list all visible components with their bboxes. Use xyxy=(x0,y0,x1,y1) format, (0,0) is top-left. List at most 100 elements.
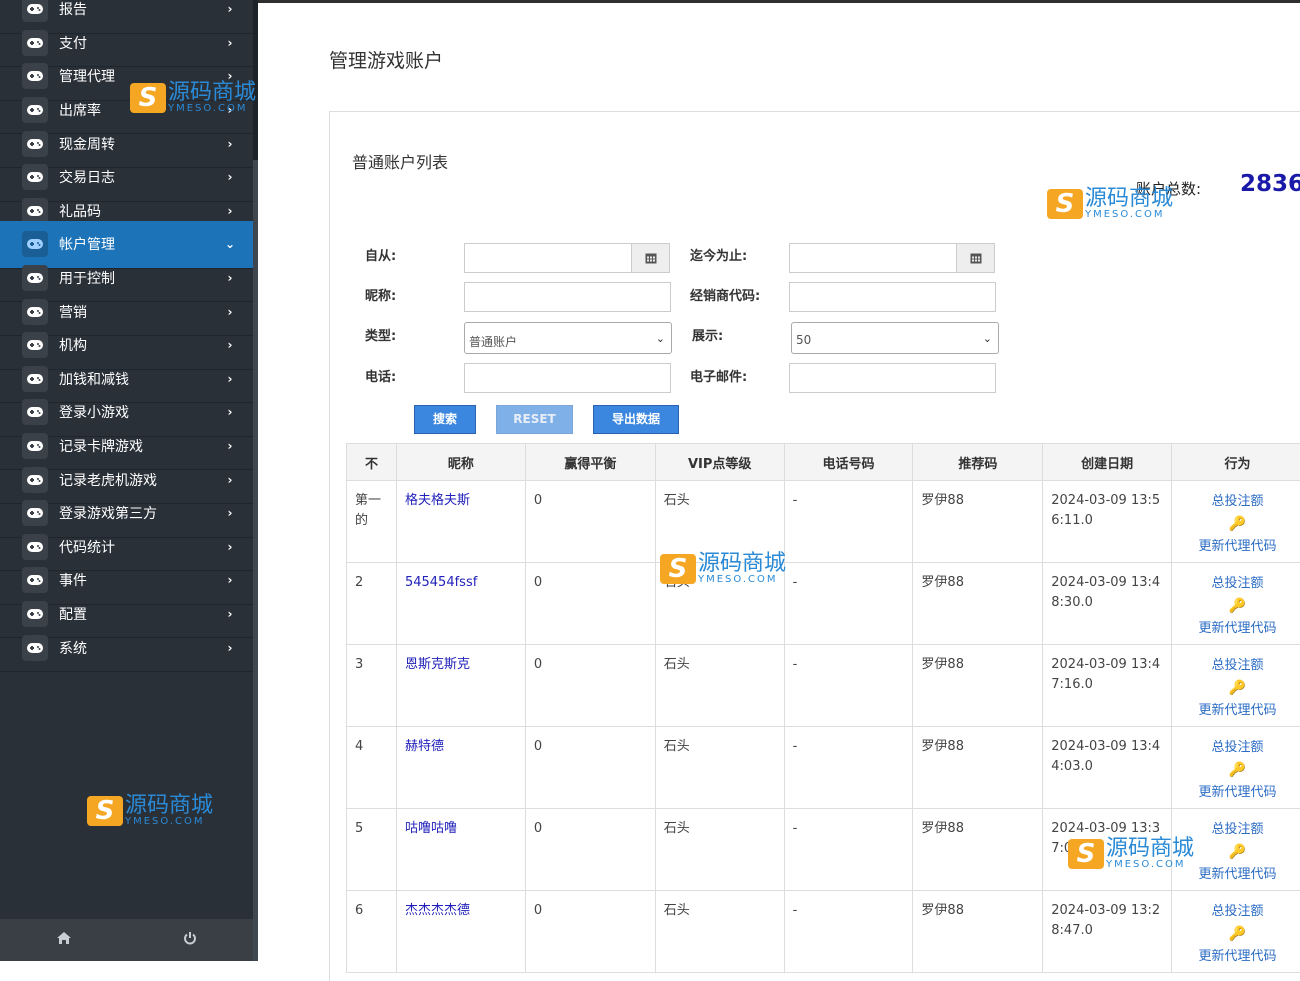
row-number: 2 xyxy=(347,563,397,645)
calendar-icon[interactable] xyxy=(631,243,670,273)
nickname-link[interactable]: 格夫格夫斯 xyxy=(405,493,470,508)
sidebar-item-label: 礼品码 xyxy=(59,201,223,221)
gamepad-icon xyxy=(22,366,48,392)
column-header[interactable]: 推荐码 xyxy=(913,444,1043,481)
sidebar-item[interactable]: 系统› xyxy=(0,624,253,672)
key-icon[interactable]: 🔑 xyxy=(1174,923,1300,945)
table-row: 4赫特德0石头-罗伊882024-03-09 13:44:03.0总投注额🔑更新… xyxy=(347,727,1300,809)
gamepad-icon xyxy=(22,299,48,325)
gamepad-icon xyxy=(22,399,48,425)
total-bet-link[interactable]: 总投注额 xyxy=(1212,904,1264,919)
balance-cell: 0 xyxy=(525,481,655,563)
gamepad-icon xyxy=(22,198,48,224)
sidebar: 报告›支付›管理代理›出席率›现金周转›交易日志›礼品码›帐户管理⌄用于控制›营… xyxy=(0,0,258,961)
accounts-table: 不昵称赢得平衡VIP点等级电话号码推荐码创建日期行为 第一的格夫格夫斯0石头-罗… xyxy=(346,443,1300,973)
key-icon[interactable]: 🔑 xyxy=(1174,759,1300,781)
gamepad-icon xyxy=(22,63,48,89)
nickname-link[interactable]: 咕噜咕噜 xyxy=(405,821,457,836)
from-date-input[interactable] xyxy=(464,243,632,273)
referral-cell: 罗伊88 xyxy=(913,645,1043,727)
table-row: 第一的格夫格夫斯0石头-罗伊882024-03-09 13:56:11.0总投注… xyxy=(347,481,1300,563)
total-bet-link[interactable]: 总投注额 xyxy=(1212,658,1264,673)
column-header[interactable]: 赢得平衡 xyxy=(525,444,655,481)
key-icon[interactable]: 🔑 xyxy=(1174,513,1300,535)
update-agent-code-link[interactable]: 更新代理代码 xyxy=(1199,621,1277,636)
nickname-link[interactable]: 赫特德 xyxy=(405,739,444,754)
chevron-right-icon: › xyxy=(223,36,237,50)
phone-cell: - xyxy=(784,645,913,727)
export-button[interactable]: 导出数据 xyxy=(593,405,679,434)
sidebar-item-label: 管理代理 xyxy=(59,66,223,86)
gamepad-icon xyxy=(22,164,48,190)
dealer-code-input[interactable] xyxy=(789,282,996,312)
nickname-link[interactable]: 恩斯克斯克 xyxy=(405,657,470,672)
calendar-icon[interactable] xyxy=(956,243,995,273)
actions-cell: 总投注额 🔑 更新代理代码 xyxy=(1172,481,1300,563)
nickname-link[interactable]: 杰杰杰杰德 xyxy=(405,903,470,918)
update-agent-code-link[interactable]: 更新代理代码 xyxy=(1199,867,1277,882)
referral-cell: 罗伊88 xyxy=(913,563,1043,645)
vip-cell: 石头 xyxy=(655,481,784,563)
dealer-code-label: 经销商代码: xyxy=(690,285,760,304)
column-header[interactable]: 不 xyxy=(347,444,397,481)
sidebar-item-label: 系统 xyxy=(59,638,223,658)
vip-cell: 石头 xyxy=(655,563,784,645)
panel-title: 普通账户列表 xyxy=(352,149,448,173)
column-header[interactable]: VIP点等级 xyxy=(655,444,784,481)
gamepad-icon xyxy=(22,265,48,291)
gamepad-icon xyxy=(22,500,48,526)
type-select[interactable]: 普通账户 ⌄ xyxy=(464,322,672,354)
sidebar-item-label: 用于控制 xyxy=(59,268,223,288)
update-agent-code-link[interactable]: 更新代理代码 xyxy=(1199,949,1277,964)
nickname-input[interactable] xyxy=(464,282,671,312)
chevron-right-icon: › xyxy=(223,137,237,151)
sidebar-item-label: 现金周转 xyxy=(59,134,223,154)
gamepad-icon xyxy=(22,231,48,257)
key-icon[interactable]: 🔑 xyxy=(1174,841,1300,863)
power-icon[interactable] xyxy=(183,931,197,949)
key-icon[interactable]: 🔑 xyxy=(1174,677,1300,699)
account-list-panel: 普通账户列表 账户总数: 2836 自从: 迄今为止: 昵称: 经销商代码: 类… xyxy=(329,111,1300,981)
chevron-right-icon: › xyxy=(223,573,237,587)
gamepad-icon xyxy=(22,467,48,493)
phone-cell: - xyxy=(784,481,913,563)
email-input[interactable] xyxy=(789,363,996,393)
total-bet-link[interactable]: 总投注额 xyxy=(1212,740,1264,755)
created-date-cell: 2024-03-09 13:44:03.0 xyxy=(1043,727,1172,809)
total-bet-link[interactable]: 总投注额 xyxy=(1212,494,1264,509)
key-icon[interactable]: 🔑 xyxy=(1174,595,1300,617)
update-agent-code-link[interactable]: 更新代理代码 xyxy=(1199,785,1277,800)
gamepad-icon xyxy=(22,433,48,459)
total-bet-link[interactable]: 总投注额 xyxy=(1212,576,1264,591)
page-size-select[interactable]: 50 ⌄ xyxy=(791,322,999,354)
row-number: 第一的 xyxy=(347,481,397,563)
sidebar-item-label: 加钱和减钱 xyxy=(59,369,223,389)
column-header[interactable]: 行为 xyxy=(1172,444,1300,481)
gamepad-icon xyxy=(22,97,48,123)
chevron-right-icon: › xyxy=(223,103,237,117)
update-agent-code-link[interactable]: 更新代理代码 xyxy=(1199,539,1277,554)
phone-input[interactable] xyxy=(464,363,671,393)
nickname-link[interactable]: 545454fssf xyxy=(405,575,477,590)
chevron-right-icon: › xyxy=(223,305,237,319)
balance-cell: 0 xyxy=(525,891,655,973)
update-agent-code-link[interactable]: 更新代理代码 xyxy=(1199,703,1277,718)
referral-cell: 罗伊88 xyxy=(913,809,1043,891)
type-label: 类型: xyxy=(365,325,396,344)
chevron-down-icon: ⌄ xyxy=(223,237,237,251)
reset-button[interactable]: RESET xyxy=(496,405,573,434)
home-icon[interactable] xyxy=(56,931,72,949)
column-header[interactable]: 昵称 xyxy=(396,444,525,481)
row-number: 5 xyxy=(347,809,397,891)
until-date-input[interactable] xyxy=(789,243,957,273)
total-bet-link[interactable]: 总投注额 xyxy=(1212,822,1264,837)
column-header[interactable]: 创建日期 xyxy=(1043,444,1172,481)
referral-cell: 罗伊88 xyxy=(913,481,1043,563)
column-header[interactable]: 电话号码 xyxy=(784,444,913,481)
chevron-right-icon: › xyxy=(223,405,237,419)
table-row: 2545454fssf0石头-罗伊882024-03-09 13:48:30.0… xyxy=(347,563,1300,645)
chevron-right-icon: › xyxy=(223,506,237,520)
search-button[interactable]: 搜索 xyxy=(414,405,476,434)
phone-cell: - xyxy=(784,563,913,645)
created-date-cell: 2024-03-09 13:28:47.0 xyxy=(1043,891,1172,973)
